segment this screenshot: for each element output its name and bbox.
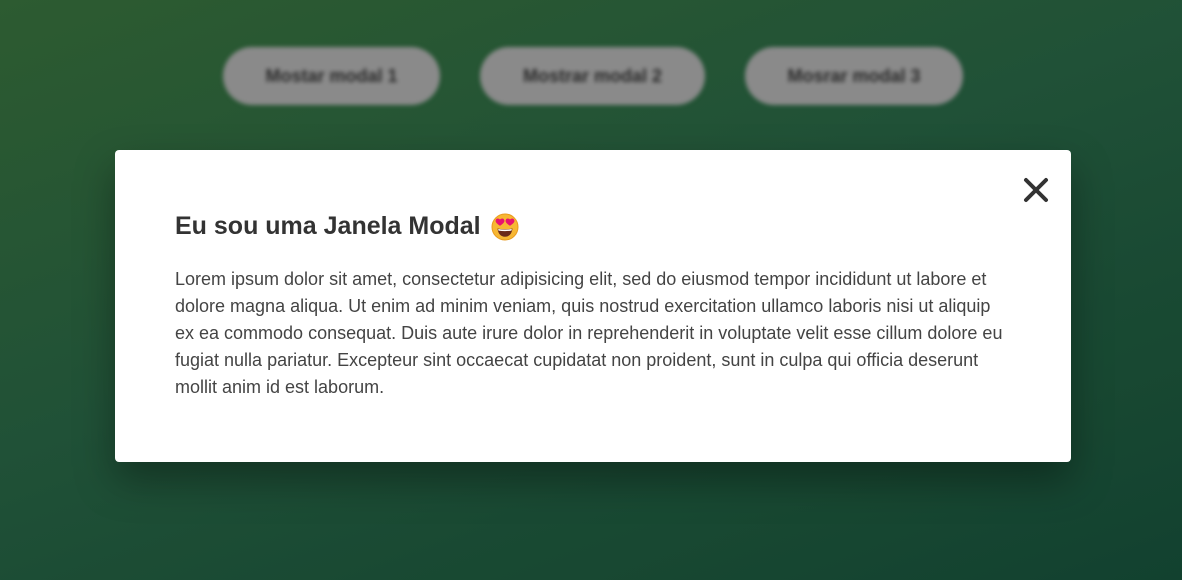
modal-button-row: Mostar modal 1 Mostrar modal 2 Mosrar mo… — [0, 47, 1182, 105]
modal-body-text: Lorem ipsum dolor sit amet, consectetur … — [175, 269, 1003, 397]
close-icon[interactable] — [1023, 177, 1049, 203]
modal-title: Eu sou uma Janela Modal — [175, 212, 519, 241]
modal-window: Eu sou uma Janela Modal Lorem ipsum dolo… — [115, 150, 1071, 462]
show-modal-1-button[interactable]: Mostar modal 1 — [223, 47, 440, 105]
show-modal-2-button[interactable]: Mostrar modal 2 — [480, 47, 705, 105]
modal-title-text: Eu sou uma Janela Modal — [175, 212, 481, 240]
show-modal-3-button[interactable]: Mosrar modal 3 — [745, 47, 963, 105]
heart-eyes-emoji-icon — [491, 213, 519, 241]
